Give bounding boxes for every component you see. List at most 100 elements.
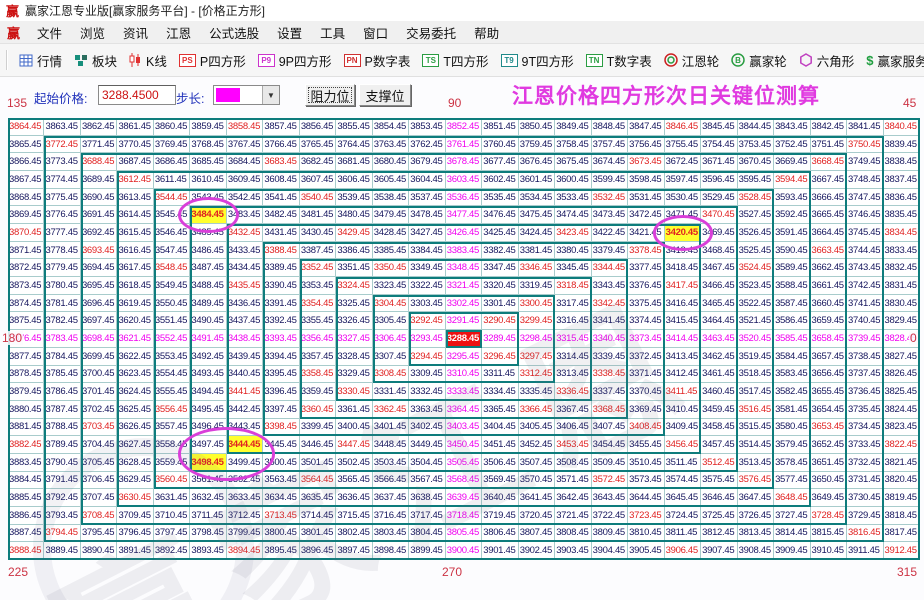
toolbar-button[interactable]: K线: [123, 51, 173, 70]
menu-item[interactable]: 设置: [268, 27, 311, 41]
price-cell: 3525.45: [738, 242, 774, 260]
price-cell: 3623.45: [117, 366, 153, 384]
price-cell: 3505.45: [446, 454, 482, 472]
price-cell: 3771.45: [81, 136, 117, 154]
price-cell: 3288.45: [446, 330, 482, 348]
price-cell: 3911.45: [847, 542, 883, 560]
toolbar-button[interactable]: T99T四方形: [495, 51, 580, 70]
price-cell: 3317.45: [555, 295, 591, 313]
price-cell: 3747.45: [847, 189, 883, 207]
price-cell: 3394.45: [263, 348, 299, 366]
price-cell: 3646.45: [701, 489, 737, 507]
price-cell: 3723.45: [628, 507, 664, 525]
toolbar-button[interactable]: PNP数字表: [338, 51, 417, 70]
menu-item[interactable]: 公式选股: [200, 27, 268, 41]
price-cell: 3548.45: [154, 259, 190, 277]
blocks-icon: [74, 54, 88, 67]
price-cell: 3732.45: [847, 454, 883, 472]
price-cell: 3334.45: [482, 383, 518, 401]
menu-item[interactable]: 工具: [311, 27, 354, 41]
menu-item[interactable]: 江恩: [157, 27, 200, 41]
price-cell: 3627.45: [117, 436, 153, 454]
toolbar-button[interactable]: TST四方形: [416, 51, 494, 70]
price-cell: 3580.45: [774, 419, 810, 437]
price-cell: 3329.45: [336, 366, 372, 384]
price-cell: 3564.45: [300, 472, 336, 490]
support-button[interactable]: 支撑位: [359, 84, 411, 106]
price-cell: 3875.45: [8, 312, 44, 330]
menu-item[interactable]: 帮助: [465, 27, 508, 41]
menu-item[interactable]: 窗口: [354, 27, 397, 41]
price-cell: 3726.45: [738, 507, 774, 525]
price-cell: 3582.45: [774, 383, 810, 401]
price-cell: 3800.45: [263, 525, 299, 543]
price-cell: 3584.45: [774, 348, 810, 366]
menu-item[interactable]: 资讯: [114, 27, 157, 41]
price-cell: 3470.45: [701, 206, 737, 224]
price-cell: 3795.45: [81, 525, 117, 543]
step-color-select[interactable]: ▼: [213, 85, 280, 105]
menu-item[interactable]: 文件: [28, 27, 71, 41]
chevron-down-icon[interactable]: ▼: [262, 86, 279, 104]
price-cell: 3830.45: [884, 295, 920, 313]
price-cell: 3532.45: [592, 189, 628, 207]
price-cell: 3410.45: [665, 401, 701, 419]
price-cell: 3541.45: [263, 189, 299, 207]
toolbar-button[interactable]: PSP四方形: [173, 51, 252, 70]
price-cell: 3682.45: [300, 153, 336, 171]
price-cell: 3571.45: [555, 472, 591, 490]
toolbar-button-label: 9T四方形: [522, 51, 574, 70]
price-cell: 3476.45: [482, 206, 518, 224]
price-cell: 3345.45: [555, 259, 591, 277]
price-cell: 3750.45: [847, 136, 883, 154]
price-cell: 3752.45: [774, 136, 810, 154]
toolbar-button[interactable]: 行情: [13, 51, 68, 70]
toolbar-button[interactable]: 六角形: [793, 51, 861, 70]
toolbar-button-label: 江恩轮: [682, 51, 720, 70]
price-cell: 3757.45: [592, 136, 628, 154]
price-cell: 3619.45: [117, 295, 153, 313]
price-cell: 3700.45: [81, 366, 117, 384]
start-price-input[interactable]: [98, 85, 176, 105]
app-menu-icon[interactable]: 赢: [0, 23, 28, 42]
price-cell: 3691.45: [81, 206, 117, 224]
price-cell: 3588.45: [774, 277, 810, 295]
price-cell: 3871.45: [8, 242, 44, 260]
price-cell: 3775.45: [44, 189, 80, 207]
price-cell: 3647.45: [738, 489, 774, 507]
toolbar-button[interactable]: B赢家轮: [725, 51, 793, 70]
price-cell: 3392.45: [263, 312, 299, 330]
price-cell: 3671.45: [701, 153, 737, 171]
price-cell: 3628.45: [117, 454, 153, 472]
price-cell: 3873.45: [8, 277, 44, 295]
price-cell: 3309.45: [409, 366, 445, 384]
price-cell: 3666.45: [811, 189, 847, 207]
toolbar-button[interactable]: 江恩轮: [658, 51, 726, 70]
price-cell: 3699.45: [81, 348, 117, 366]
price-cell: 3834.45: [884, 224, 920, 242]
price-cell: 3414.45: [665, 330, 701, 348]
price-cell: 3297.45: [519, 348, 555, 366]
toolbar-button[interactable]: 板块: [68, 51, 123, 70]
price-cell: 3748.45: [847, 171, 883, 189]
price-cell: 3312.45: [519, 366, 555, 384]
menu-item[interactable]: 浏览: [71, 27, 114, 41]
price-cell: 3817.45: [884, 525, 920, 543]
price-cell: 3735.45: [847, 401, 883, 419]
toolbar-button[interactable]: TNT数字表: [580, 51, 658, 70]
price-cell: 3430.45: [300, 224, 336, 242]
resistance-button[interactable]: 阻力位: [305, 84, 355, 106]
price-cell: 3565.45: [336, 472, 372, 490]
price-cell: 3676.45: [519, 153, 555, 171]
toolbar-button[interactable]: $赢家服务: [860, 51, 924, 70]
price-cell: 3401.45: [373, 419, 409, 437]
price-cell: 3719.45: [482, 507, 518, 525]
price-cell: 3450.45: [446, 436, 482, 454]
price-cell: 3574.45: [665, 472, 701, 490]
price-cell: 3396.45: [263, 383, 299, 401]
price-cell: 3810.45: [628, 525, 664, 543]
toolbar-button[interactable]: P99P四方形: [252, 51, 338, 70]
price-cell: 3716.45: [373, 507, 409, 525]
price-cell: 3630.45: [117, 489, 153, 507]
menu-item[interactable]: 交易委托: [397, 27, 465, 41]
